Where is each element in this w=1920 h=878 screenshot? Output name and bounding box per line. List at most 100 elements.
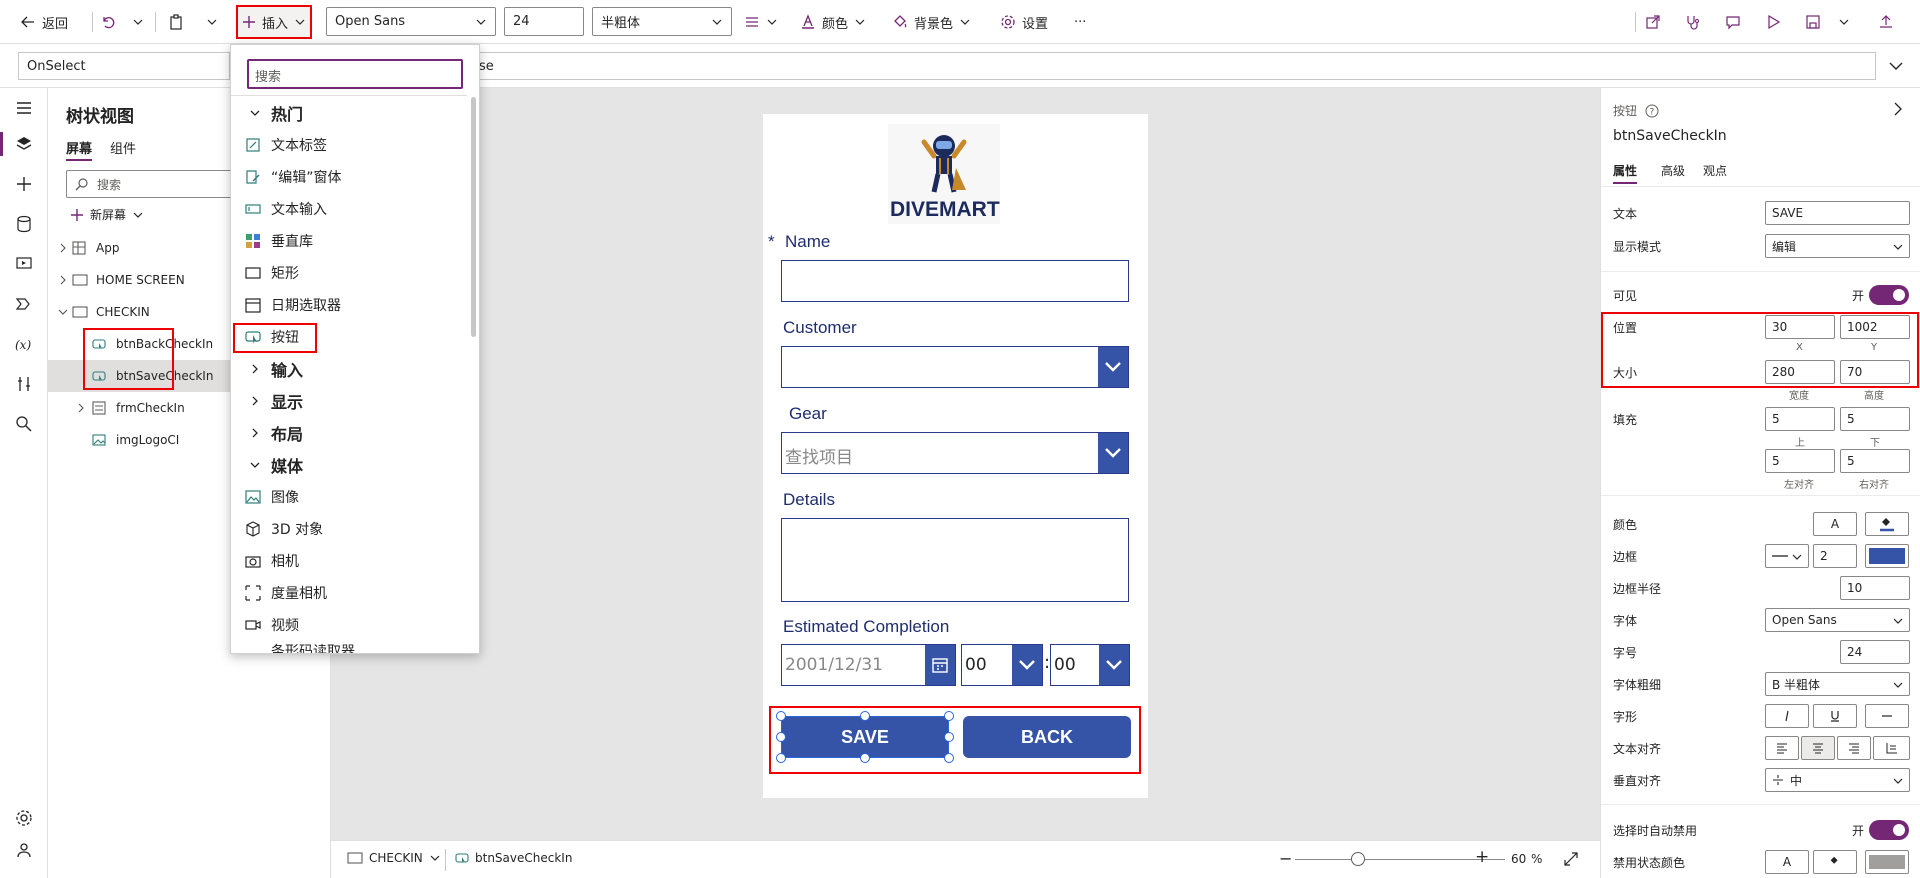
border-style-select[interactable] <box>1765 544 1809 568</box>
fill-button[interactable]: 背景色 <box>892 8 971 36</box>
resize-handle[interactable] <box>944 711 954 721</box>
settings-button[interactable]: 设置 <box>1000 8 1048 36</box>
insert-rectangle[interactable]: 矩形 <box>231 257 467 289</box>
paste-button[interactable] <box>168 8 184 36</box>
underline-button[interactable] <box>1813 704 1857 728</box>
fill-color-button[interactable] <box>1865 512 1909 536</box>
pad-right-input[interactable]: 5 <box>1840 449 1910 473</box>
border-color-button[interactable] <box>1865 544 1909 568</box>
more-button[interactable]: ··· <box>1074 8 1086 36</box>
align-center-button[interactable] <box>1801 736 1835 760</box>
group-input[interactable]: 输入 <box>231 353 467 385</box>
italic-button[interactable] <box>1765 704 1809 728</box>
tab-ideas[interactable]: 观点 <box>1703 162 1727 179</box>
details-input[interactable] <box>781 518 1129 602</box>
group-popular[interactable]: 热门 <box>231 97 467 129</box>
text-align-button[interactable] <box>744 8 778 36</box>
new-screen-button[interactable]: 新屏幕 <box>70 206 144 223</box>
preview-button[interactable] <box>1765 8 1781 36</box>
data-button[interactable] <box>14 214 34 234</box>
insert-search-input[interactable]: 搜索 <box>247 59 463 89</box>
group-display[interactable]: 显示 <box>231 385 467 417</box>
zoom-out-button[interactable]: − <box>1279 849 1292 868</box>
divemart-logo[interactable]: DIVEMART <box>888 124 1000 224</box>
zoom-slider-thumb[interactable] <box>1351 852 1365 866</box>
collapse-panel-button[interactable] <box>1891 102 1905 116</box>
resize-handle[interactable] <box>860 711 870 721</box>
tab-advanced[interactable]: 高级 <box>1661 162 1685 179</box>
height-input[interactable]: 70 <box>1840 360 1910 384</box>
insert-button[interactable]: 插入 <box>236 5 312 39</box>
resize-handle[interactable] <box>860 753 870 763</box>
resize-handle[interactable] <box>944 753 954 763</box>
back-button[interactable]: 返回 <box>20 8 68 36</box>
insert-vertical-gallery[interactable]: 垂直库 <box>231 225 467 257</box>
media-button[interactable] <box>14 254 34 274</box>
font-select[interactable]: Open Sans <box>1765 608 1910 632</box>
insert-rail-button[interactable] <box>14 174 34 194</box>
gear-combobox[interactable]: 查找项目 <box>781 432 1129 474</box>
color-button[interactable]: 颜色 <box>800 8 866 36</box>
undo-button[interactable] <box>100 8 116 36</box>
font-weight-select[interactable]: 半粗体 <box>592 7 732 36</box>
tree-view-button[interactable] <box>14 134 34 154</box>
undo-dropdown[interactable] <box>132 8 144 36</box>
auto-disable-toggle[interactable] <box>1869 820 1909 840</box>
group-media[interactable]: 媒体 <box>231 449 467 481</box>
resize-handle[interactable] <box>944 732 954 742</box>
minute-dropdown-button[interactable] <box>1099 645 1129 685</box>
font-size-input[interactable]: 24 <box>504 7 584 36</box>
zoom-slider-track[interactable] <box>1295 859 1505 860</box>
text-color-button[interactable]: A <box>1813 512 1857 536</box>
search-rail-button[interactable] <box>14 414 34 434</box>
align-justify-button[interactable] <box>1873 736 1910 760</box>
comments-button[interactable] <box>1725 8 1741 36</box>
screen-breadcrumb[interactable]: CHECKIN <box>347 851 441 865</box>
align-right-button[interactable] <box>1837 736 1871 760</box>
save-button[interactable] <box>1805 8 1821 36</box>
insert-measure-camera[interactable]: 度量相机 <box>231 577 467 609</box>
variables-button[interactable]: (x) <box>14 334 34 354</box>
date-picker[interactable]: 2001/12/31 <box>781 644 956 686</box>
disabled-text-color-button[interactable]: A <box>1765 850 1809 874</box>
visible-toggle[interactable] <box>1869 285 1909 305</box>
menu-scrollbar[interactable] <box>471 97 476 337</box>
save-dropdown[interactable] <box>1838 8 1850 36</box>
group-layout[interactable]: 布局 <box>231 417 467 449</box>
font-weight-prop-select[interactable]: B 半粗体 <box>1765 672 1910 696</box>
zoom-in-button[interactable]: + <box>1475 847 1489 867</box>
x-input[interactable]: 30 <box>1765 315 1835 339</box>
formula-input[interactable]: se <box>470 52 1876 80</box>
property-select[interactable]: OnSelect <box>18 52 230 80</box>
insert-button-item[interactable]: 按钮 <box>231 321 467 353</box>
minute-select[interactable]: 00 <box>1050 644 1130 686</box>
hour-dropdown-button[interactable] <box>1012 645 1042 685</box>
border-width-input[interactable]: 2 <box>1813 544 1857 568</box>
customer-combobox[interactable] <box>781 346 1129 388</box>
back-checkin-button[interactable]: BACK <box>963 716 1131 758</box>
hamburger-menu-button[interactable] <box>14 98 34 118</box>
resize-handle[interactable] <box>776 711 786 721</box>
insert-barcode-reader[interactable]: 条形码读取器 <box>231 641 467 653</box>
calendar-button[interactable] <box>925 645 955 685</box>
control-breadcrumb[interactable]: btnSaveCheckIn <box>455 851 572 865</box>
width-input[interactable]: 280 <box>1765 360 1835 384</box>
y-input[interactable]: 1002 <box>1840 315 1910 339</box>
font-size-prop-input[interactable]: 24 <box>1840 640 1910 664</box>
insert-text-label[interactable]: 文本标签 <box>231 129 467 161</box>
strikethrough-button[interactable] <box>1865 704 1909 728</box>
pad-bottom-input[interactable]: 5 <box>1840 407 1910 431</box>
text-prop-input[interactable]: SAVE <box>1765 201 1910 225</box>
paste-dropdown[interactable] <box>206 8 218 36</box>
insert-edit-form[interactable]: “编辑”窗体 <box>231 161 467 193</box>
resize-handle[interactable] <box>776 732 786 742</box>
tab-properties[interactable]: 属性 <box>1613 162 1638 184</box>
insert-date-picker[interactable]: 日期选取器 <box>231 289 467 321</box>
expand-formula-button[interactable] <box>1888 58 1904 74</box>
hour-select[interactable]: 00 <box>961 644 1043 686</box>
power-automate-button[interactable] <box>14 294 34 314</box>
display-mode-select[interactable]: 编辑 <box>1765 234 1910 258</box>
insert-text-input[interactable]: 文本输入 <box>231 193 467 225</box>
settings-rail-button[interactable] <box>14 808 34 828</box>
fit-to-window-button[interactable] <box>1563 851 1579 867</box>
